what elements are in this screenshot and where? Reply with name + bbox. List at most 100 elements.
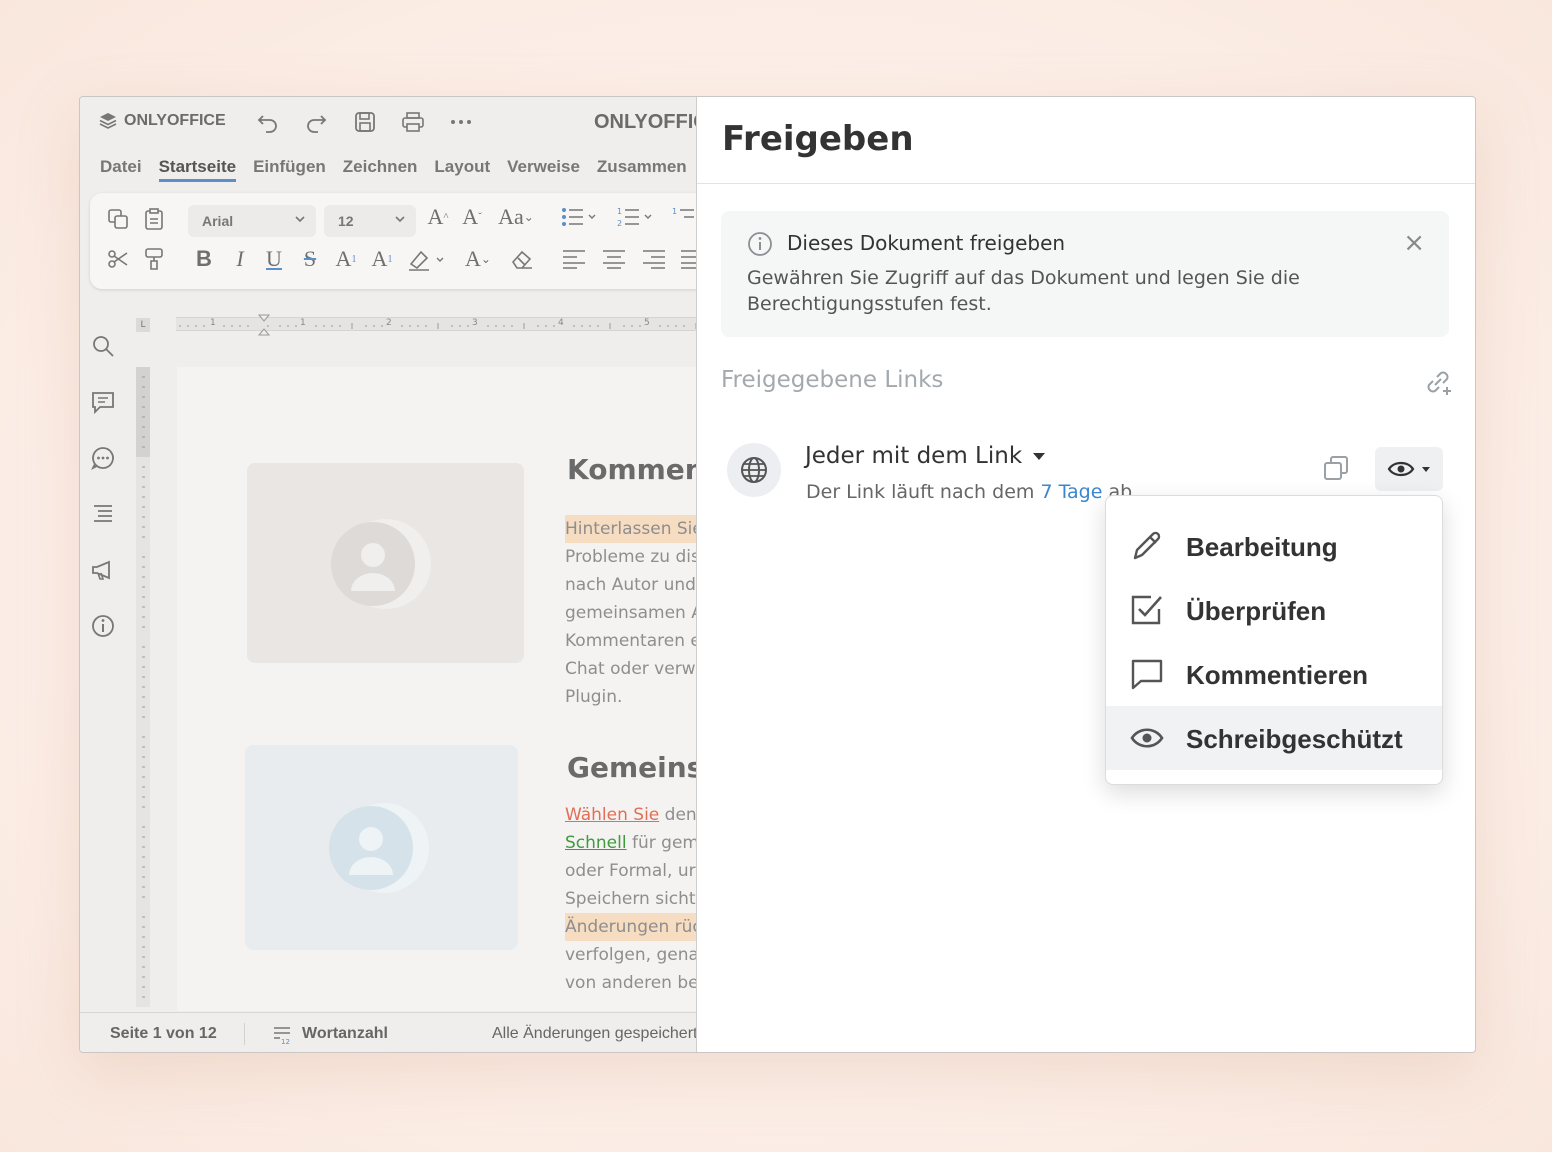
vertical-ruler[interactable] xyxy=(136,367,150,1007)
svg-text:1: 1 xyxy=(617,207,622,216)
subscript-icon[interactable]: A1 xyxy=(368,245,396,273)
clear-format-icon[interactable] xyxy=(508,245,536,273)
paste-icon[interactable] xyxy=(140,205,168,233)
strikethrough-icon[interactable]: S xyxy=(296,245,324,273)
decrease-font-icon[interactable]: Aˇ xyxy=(458,203,486,231)
ruler-ticks xyxy=(136,367,150,998)
bullet-list-icon[interactable] xyxy=(560,203,600,231)
status-divider xyxy=(244,1023,245,1045)
option-label: Bearbeitung xyxy=(1186,532,1338,562)
pencil-icon xyxy=(1128,528,1166,564)
search-icon[interactable] xyxy=(90,333,116,363)
navigation-icon[interactable] xyxy=(90,501,116,531)
svg-text:1: 1 xyxy=(672,207,677,216)
globe-icon xyxy=(727,443,781,497)
ruler-number: 1 xyxy=(210,318,216,328)
option-edit[interactable]: Bearbeitung xyxy=(1106,514,1442,578)
link-scope-selector[interactable]: Jeder mit dem Link xyxy=(805,443,1046,469)
horizontal-ruler[interactable]: 1 1 2 3 4 5 xyxy=(176,314,706,336)
info-icon xyxy=(747,231,773,261)
highlight-color-icon[interactable] xyxy=(406,245,448,273)
info-banner: Dieses Dokument freigeben × Gewähren Sie… xyxy=(721,211,1449,337)
indent-marker[interactable] xyxy=(257,314,271,336)
page-counter[interactable]: Seite 1 von 12 xyxy=(110,1025,217,1043)
close-icon[interactable]: × xyxy=(1403,230,1425,256)
document-editor: ONLYOFFICE ONLYOFFICE Datei Startseite E… xyxy=(80,97,805,1052)
add-link-icon[interactable] xyxy=(1423,367,1453,401)
divider xyxy=(697,183,1475,184)
shared-links-heading: Freigegebene Links xyxy=(721,367,944,393)
font-family-select[interactable]: Arial xyxy=(188,205,316,237)
menu-datei[interactable]: Datei xyxy=(100,157,142,182)
link-expiry-days[interactable]: 7 Tage xyxy=(1040,481,1102,503)
caret-down-icon xyxy=(1033,453,1046,460)
menu-zusammen[interactable]: Zusammen xyxy=(597,157,687,182)
menu-layout[interactable]: Layout xyxy=(434,157,490,182)
chevron-down-icon xyxy=(295,216,305,223)
undo-icon[interactable] xyxy=(255,109,281,135)
menu-einfuegen[interactable]: Einfügen xyxy=(253,157,326,182)
align-left-icon[interactable] xyxy=(560,245,588,273)
option-review[interactable]: Überprüfen xyxy=(1106,578,1442,642)
ruler-corner: L xyxy=(136,318,150,332)
about-icon[interactable] xyxy=(90,613,116,643)
redo-icon[interactable] xyxy=(303,109,329,135)
share-panel: Freigeben Dieses Dokument freigeben × Ge… xyxy=(696,97,1475,1052)
increase-font-icon[interactable]: A ^ xyxy=(424,203,452,231)
eye-icon xyxy=(1387,461,1415,477)
app-window: ONLYOFFICE ONLYOFFICE Datei Startseite E… xyxy=(79,96,1476,1053)
font-family-value: Arial xyxy=(202,213,234,229)
text-span: für gem xyxy=(626,833,699,853)
underline-icon[interactable]: U xyxy=(260,245,288,273)
ruler-number: 3 xyxy=(472,318,478,328)
more-icon[interactable] xyxy=(448,109,474,135)
svg-text:12: 12 xyxy=(281,1038,290,1045)
text-red: Wählen Sie xyxy=(565,805,660,825)
multilevel-list-icon[interactable]: 1 xyxy=(670,203,698,231)
font-color-icon[interactable]: A ⌄ xyxy=(458,245,498,273)
user-avatar-icon xyxy=(331,519,431,609)
link-expiry-text: Der Link läuft nach dem 7 Tage ab xyxy=(806,481,1132,503)
numbered-list-icon[interactable]: 12 xyxy=(616,203,656,231)
info-text: Gewähren Sie Zugriff auf das Dokument un… xyxy=(747,267,1300,315)
document-page[interactable]: Komment Hinterlassen Sie Probleme zu dis… xyxy=(177,367,805,1011)
main-menu: Datei Startseite Einfügen Zeichnen Layou… xyxy=(100,157,687,182)
cut-icon[interactable] xyxy=(104,245,132,273)
ruler-ticks xyxy=(179,323,697,329)
comments-icon[interactable] xyxy=(90,389,116,419)
user-avatar-icon xyxy=(329,803,429,893)
bold-icon[interactable]: B xyxy=(190,245,218,273)
app-logo: ONLYOFFICE xyxy=(98,111,226,131)
chat-icon[interactable] xyxy=(90,445,116,475)
align-center-icon[interactable] xyxy=(600,245,628,273)
option-read-only[interactable]: Schreibgeschützt xyxy=(1106,706,1442,770)
option-comment[interactable]: Kommentieren xyxy=(1106,642,1442,706)
ruler-number: 4 xyxy=(558,318,564,328)
review-icon xyxy=(1128,592,1166,628)
menu-zeichnen[interactable]: Zeichnen xyxy=(343,157,418,182)
format-painter-icon[interactable] xyxy=(140,245,168,273)
ruler-number: 1 xyxy=(300,318,306,328)
print-icon[interactable] xyxy=(400,109,426,135)
save-icon[interactable] xyxy=(352,109,378,135)
share-title: Freigeben xyxy=(722,119,914,159)
align-right-icon[interactable] xyxy=(640,245,668,273)
app-logo-text: ONLYOFFICE xyxy=(124,112,226,129)
change-case-icon[interactable]: Aa ⌄ xyxy=(494,203,538,231)
access-level-button[interactable] xyxy=(1375,447,1443,491)
italic-icon[interactable]: I xyxy=(226,245,254,273)
font-size-select[interactable]: 12 xyxy=(324,205,416,237)
superscript-icon[interactable]: A1 xyxy=(332,245,360,273)
menu-verweise[interactable]: Verweise xyxy=(507,157,580,182)
option-label: Schreibgeschützt xyxy=(1186,724,1403,754)
copy-link-icon[interactable] xyxy=(1321,453,1351,487)
ruler-corner-label: L xyxy=(140,320,146,330)
menu-startseite[interactable]: Startseite xyxy=(158,157,237,182)
comment-icon xyxy=(1128,656,1166,692)
eye-icon xyxy=(1128,720,1166,756)
feedback-icon[interactable] xyxy=(90,557,116,587)
copy-icon[interactable] xyxy=(104,205,132,233)
layers-logo-icon xyxy=(99,113,117,129)
option-label: Überprüfen xyxy=(1186,596,1327,626)
word-count-button[interactable]: Wortanzahl xyxy=(302,1025,388,1043)
